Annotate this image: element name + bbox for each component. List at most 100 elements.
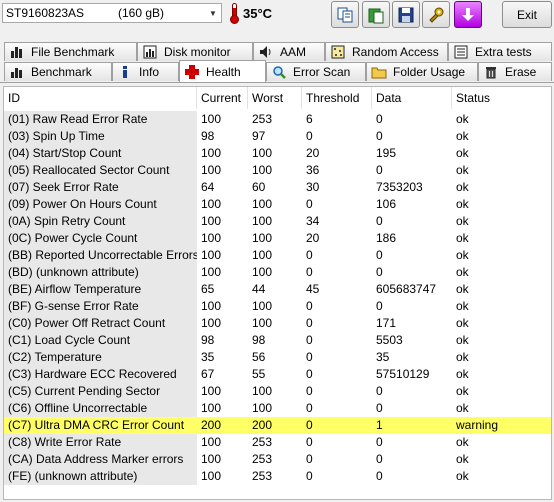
current-value: 100 bbox=[201, 231, 222, 245]
table-row[interactable]: (C7) Ultra DMA CRC Error Count 200 200 0 1 wa… bbox=[4, 417, 551, 434]
tab-aam[interactable]: AAM bbox=[253, 42, 325, 61]
column-header-threshold[interactable]: Threshold bbox=[302, 87, 372, 109]
current-value: 67 bbox=[201, 367, 215, 381]
column-header-data[interactable]: Data bbox=[372, 87, 452, 109]
toolbar: ST9160823AS (160 gB) ▼ 35°C Exit bbox=[0, 0, 554, 30]
data-value: 7353203 bbox=[376, 180, 423, 194]
data-value: 186 bbox=[376, 231, 397, 245]
status-value: ok bbox=[456, 469, 469, 483]
data-value: 0 bbox=[376, 163, 383, 177]
thermometer-icon bbox=[228, 2, 240, 24]
worst-value: 100 bbox=[252, 231, 273, 245]
data-value: 0 bbox=[376, 384, 383, 398]
threshold-value: 36 bbox=[306, 163, 320, 177]
data-value: 0 bbox=[376, 265, 383, 279]
paste-button[interactable] bbox=[362, 1, 390, 28]
attribute-id: (BF) G-sense Error Rate bbox=[4, 298, 197, 315]
tab-health[interactable]: Health bbox=[179, 60, 266, 82]
column-header-status[interactable]: Status bbox=[452, 87, 551, 109]
tab-label: Folder Usage bbox=[393, 65, 466, 79]
exit-button[interactable]: Exit bbox=[502, 1, 552, 28]
table-row[interactable]: (03) Spin Up Time 98 97 0 0 ok bbox=[4, 128, 551, 145]
worst-value: 253 bbox=[252, 452, 273, 466]
table-row[interactable]: (C1) Load Cycle Count 98 98 0 5503 ok bbox=[4, 332, 551, 349]
data-value: 0 bbox=[376, 112, 383, 126]
copy-button[interactable] bbox=[331, 1, 359, 28]
current-value: 100 bbox=[201, 163, 222, 177]
data-value: 0 bbox=[376, 435, 383, 449]
attribute-id: (BB) Reported Uncorrectable Errors bbox=[4, 247, 197, 264]
worst-value: 100 bbox=[252, 265, 273, 279]
threshold-value: 30 bbox=[306, 180, 320, 194]
column-header-worst[interactable]: Worst bbox=[248, 87, 302, 109]
table-row[interactable]: (C8) Write Error Rate 100 253 0 0 ok bbox=[4, 434, 551, 451]
threshold-value: 0 bbox=[302, 417, 372, 434]
threshold-value: 0 bbox=[306, 265, 313, 279]
attribute-id: (07) Seek Error Rate bbox=[4, 179, 197, 196]
table-row[interactable]: (C2) Temperature 35 56 0 35 ok bbox=[4, 349, 551, 366]
tab-folder-usage[interactable]: Folder Usage bbox=[366, 62, 478, 81]
download-button[interactable] bbox=[454, 1, 482, 28]
settings-button[interactable] bbox=[422, 1, 450, 28]
status-value: ok bbox=[456, 350, 469, 364]
column-header-id[interactable]: ID bbox=[4, 87, 197, 109]
tab-benchmark[interactable]: Benchmark bbox=[4, 62, 112, 81]
table-row[interactable]: (04) Start/Stop Count 100 100 20 195 ok bbox=[4, 145, 551, 162]
threshold-value: 0 bbox=[306, 316, 313, 330]
speaker-icon bbox=[258, 45, 274, 59]
drive-capacity: (160 gB) bbox=[118, 6, 165, 20]
threshold-value: 0 bbox=[306, 452, 313, 466]
table-row[interactable]: (C3) Hardware ECC Recovered 67 55 0 57510129… bbox=[4, 366, 551, 383]
status-value: ok bbox=[456, 214, 469, 228]
table-row[interactable]: (C0) Power Off Retract Count 100 100 0 171 ok bbox=[4, 315, 551, 332]
table-row[interactable]: (BD) (unknown attribute) 100 100 0 0 ok bbox=[4, 264, 551, 281]
table-row[interactable]: (C6) Offline Uncorrectable 100 100 0 0 ok bbox=[4, 400, 551, 417]
table-row[interactable]: (BB) Reported Uncorrectable Errors 100 100… bbox=[4, 247, 551, 264]
data-value: 35 bbox=[376, 350, 390, 364]
table-row[interactable]: (05) Reallocated Sector Count 100 100 36 0 ok bbox=[4, 162, 551, 179]
current-value: 100 bbox=[201, 214, 222, 228]
table-row[interactable]: (09) Power On Hours Count 100 100 0 106 ok bbox=[4, 196, 551, 213]
worst-value: 100 bbox=[252, 401, 273, 415]
data-value: 195 bbox=[376, 146, 397, 160]
current-value: 65 bbox=[201, 282, 215, 296]
table-row[interactable]: (0A) Spin Retry Count 100 100 34 0 ok bbox=[4, 213, 551, 230]
threshold-value: 0 bbox=[306, 333, 313, 347]
copy-icon bbox=[337, 7, 353, 22]
tab-label: Info bbox=[139, 65, 160, 79]
tab-random-access[interactable]: Random Access bbox=[325, 42, 448, 61]
data-value: 0 bbox=[376, 401, 383, 415]
table-header: ID Current Worst Threshold Data Status bbox=[4, 87, 551, 109]
save-button[interactable] bbox=[392, 1, 420, 28]
status-value: ok bbox=[456, 452, 469, 466]
attribute-id: (C1) Load Cycle Count bbox=[4, 332, 197, 349]
status-value: ok bbox=[456, 163, 469, 177]
table-row[interactable]: (01) Raw Read Error Rate 100 253 6 0 ok bbox=[4, 111, 551, 128]
table-row[interactable]: (CA) Data Address Marker errors 100 253 0 0 o… bbox=[4, 451, 551, 468]
table-row[interactable]: (07) Seek Error Rate 64 60 30 7353203 ok bbox=[4, 179, 551, 196]
tab-disk-monitor[interactable]: Disk monitor bbox=[137, 42, 253, 61]
attribute-id: (BE) Airflow Temperature bbox=[4, 281, 197, 298]
table-row[interactable]: (FE) (unknown attribute) 100 253 0 0 ok bbox=[4, 468, 551, 485]
column-header-current[interactable]: Current bbox=[197, 87, 248, 109]
tab-error-scan[interactable]: Error Scan bbox=[266, 62, 366, 81]
chevron-down-icon[interactable]: ▼ bbox=[205, 4, 221, 22]
table-row[interactable]: (C5) Current Pending Sector 100 100 0 0 ok bbox=[4, 383, 551, 400]
attribute-id: (09) Power On Hours Count bbox=[4, 196, 197, 213]
table-body: (01) Raw Read Error Rate 100 253 6 0 ok (03) S… bbox=[4, 111, 551, 485]
tab-info[interactable]: Info bbox=[112, 62, 179, 81]
tab-erase[interactable]: Erase bbox=[478, 62, 552, 81]
drive-select[interactable]: ST9160823AS (160 gB) ▼ bbox=[2, 3, 222, 23]
current-value: 64 bbox=[201, 180, 215, 194]
table-row[interactable]: (0C) Power Cycle Count 100 100 20 186 ok bbox=[4, 230, 551, 247]
extra-tests-icon bbox=[453, 45, 469, 59]
worst-value: 55 bbox=[252, 367, 266, 381]
table-row[interactable]: (BE) Airflow Temperature 65 44 45 605683747 o… bbox=[4, 281, 551, 298]
tab-extra-tests[interactable]: Extra tests bbox=[448, 42, 552, 61]
worst-value: 100 bbox=[252, 214, 273, 228]
worst-value: 200 bbox=[248, 417, 302, 434]
table-row[interactable]: (BF) G-sense Error Rate 100 100 0 0 ok bbox=[4, 298, 551, 315]
tab-file-benchmark[interactable]: File Benchmark bbox=[4, 42, 137, 61]
save-icon bbox=[398, 7, 414, 22]
current-value: 200 bbox=[197, 417, 248, 434]
